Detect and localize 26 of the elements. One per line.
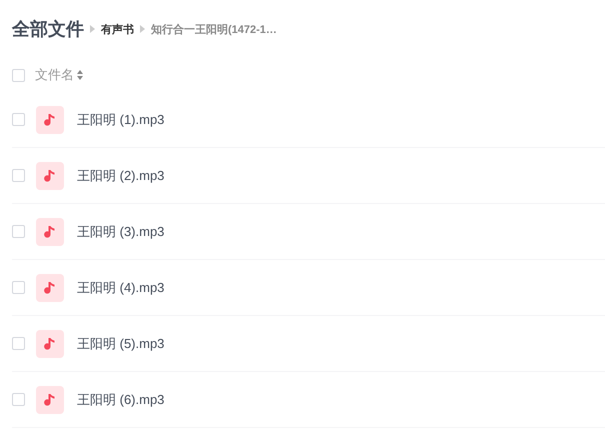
- row-checkbox[interactable]: [12, 337, 25, 350]
- file-name[interactable]: 王阳明 (1).mp3: [77, 110, 164, 128]
- file-name[interactable]: 王阳明 (6).mp3: [77, 390, 164, 408]
- breadcrumb-link[interactable]: 知行合一王阳明(1472-1…: [151, 22, 277, 36]
- music-file-icon: [36, 386, 64, 414]
- file-name[interactable]: 王阳明 (5).mp3: [77, 334, 164, 352]
- music-file-icon: [36, 330, 64, 358]
- row-checkbox[interactable]: [12, 225, 25, 238]
- chevron-icon: [90, 25, 95, 33]
- row-checkbox[interactable]: [12, 393, 25, 406]
- row-checkbox[interactable]: [12, 113, 25, 126]
- row-checkbox[interactable]: [12, 281, 25, 294]
- column-title: 文件名: [35, 66, 74, 84]
- sort-icon[interactable]: [77, 70, 83, 80]
- select-all-checkbox[interactable]: [12, 68, 25, 82]
- chevron-icon: [140, 25, 145, 33]
- file-name[interactable]: 王阳明 (3).mp3: [77, 222, 164, 240]
- breadcrumb-link[interactable]: 有声书: [101, 22, 134, 36]
- music-file-icon: [36, 274, 64, 302]
- breadcrumb-link[interactable]: 全部文件: [12, 17, 84, 41]
- music-file-icon: [36, 106, 64, 134]
- music-file-icon: [36, 218, 64, 246]
- row-checkbox[interactable]: [12, 169, 25, 182]
- file-name[interactable]: 王阳明 (4).mp3: [77, 278, 164, 296]
- file-name[interactable]: 王阳明 (2).mp3: [77, 166, 164, 184]
- music-file-icon: [36, 162, 64, 190]
